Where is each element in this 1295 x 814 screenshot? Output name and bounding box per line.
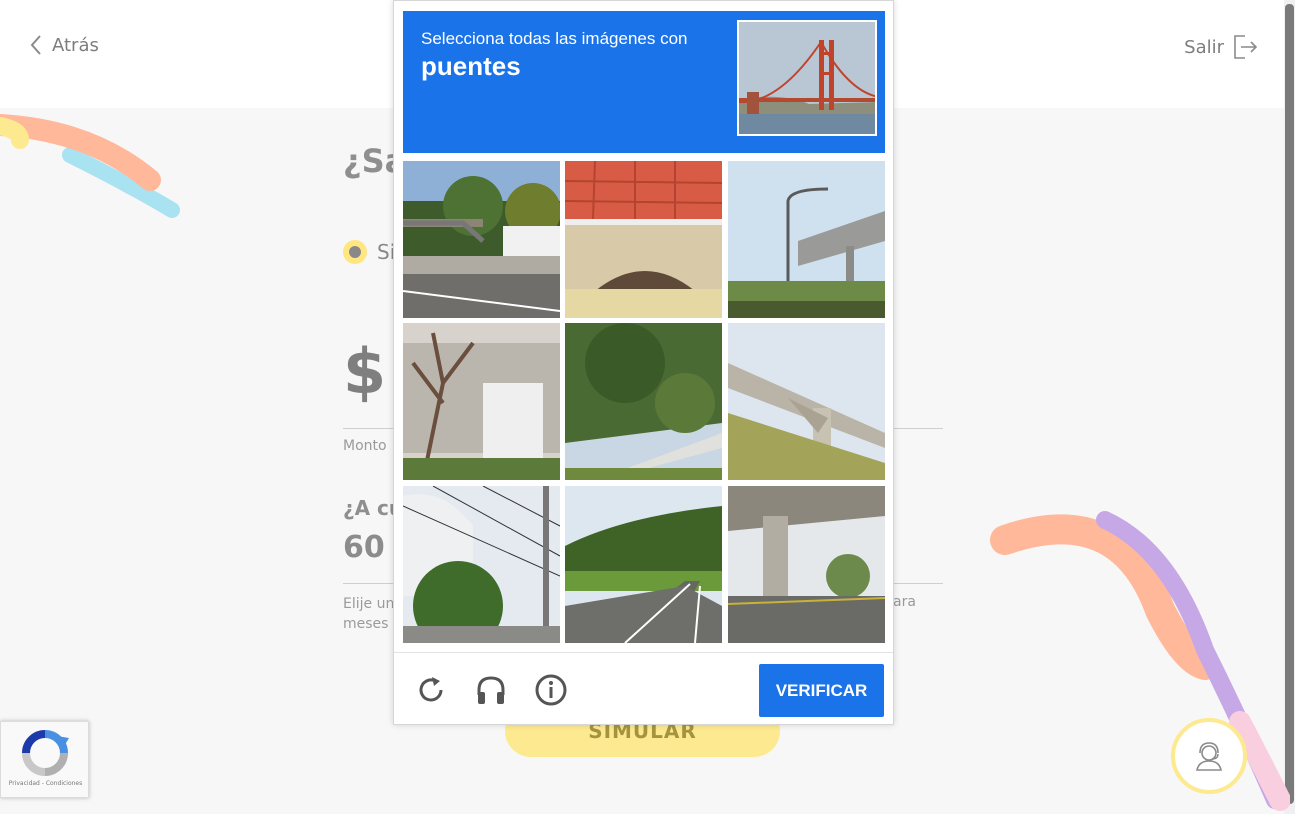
captcha-sample-image bbox=[737, 20, 877, 136]
info-icon[interactable] bbox=[534, 673, 568, 707]
support-agent-icon bbox=[1196, 742, 1222, 771]
reload-icon[interactable] bbox=[414, 673, 448, 707]
captcha-target-word: puentes bbox=[421, 51, 521, 81]
captcha-tile[interactable] bbox=[403, 323, 560, 480]
months-question: ¿A cu bbox=[343, 496, 398, 520]
decorative-strokes-left bbox=[0, 114, 180, 218]
back-label: Atrás bbox=[52, 34, 99, 56]
recaptcha-logo-icon bbox=[22, 730, 69, 776]
support-button[interactable] bbox=[1171, 718, 1247, 794]
months-hint-line1: Elije un bbox=[343, 596, 395, 612]
back-link[interactable]: Atrás bbox=[30, 34, 99, 56]
page-scrollbar[interactable] bbox=[1284, 0, 1295, 814]
captcha-tile[interactable] bbox=[403, 161, 560, 318]
captcha-instruction: Selecciona todas las imágenes con bbox=[421, 29, 688, 48]
chevron-left-icon bbox=[30, 35, 41, 55]
logout-icon bbox=[1234, 35, 1258, 59]
exit-label: Salir bbox=[1184, 36, 1224, 58]
captcha-tile[interactable] bbox=[728, 486, 885, 643]
radio-dot[interactable] bbox=[343, 240, 367, 264]
headphones-icon[interactable] bbox=[474, 673, 508, 707]
captcha-tile[interactable] bbox=[565, 161, 722, 318]
captcha-image-grid bbox=[403, 161, 885, 643]
captcha-tile[interactable] bbox=[565, 323, 722, 480]
captcha-tile[interactable] bbox=[728, 323, 885, 480]
captcha-header: Selecciona todas las imágenes con puente… bbox=[403, 11, 885, 153]
captcha-challenge: Selecciona todas las imágenes con puente… bbox=[393, 0, 894, 725]
verify-button[interactable]: VERIFICAR bbox=[759, 664, 884, 717]
months-hint-line2: meses bbox=[343, 616, 389, 632]
exit-link[interactable]: Salir bbox=[1184, 34, 1258, 60]
scrollbar-thumb[interactable] bbox=[1285, 4, 1294, 804]
captcha-tile[interactable] bbox=[565, 486, 722, 643]
captcha-tile[interactable] bbox=[728, 161, 885, 318]
captcha-footer: VERIFICAR bbox=[394, 652, 893, 724]
recaptcha-terms[interactable]: Privacidad - Condiciones bbox=[1, 780, 90, 787]
months-hint-right: ara bbox=[893, 594, 916, 610]
recaptcha-badge[interactable]: Privacidad - Condiciones bbox=[0, 721, 89, 798]
radio-option-yes[interactable]: Si bbox=[343, 240, 397, 264]
months-value[interactable]: 60 bbox=[343, 530, 385, 565]
captcha-tile[interactable] bbox=[403, 486, 560, 643]
months-hint: Elije un meses bbox=[343, 594, 394, 634]
amount-caption: Monto bbox=[343, 438, 387, 454]
